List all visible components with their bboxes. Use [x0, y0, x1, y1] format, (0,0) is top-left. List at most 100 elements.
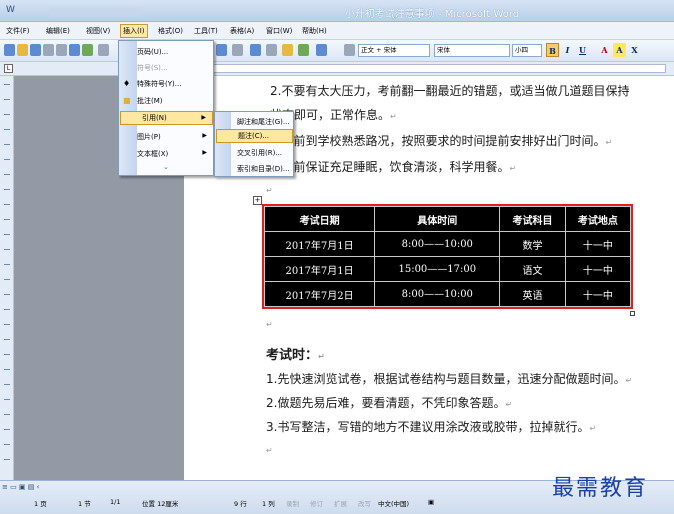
- table-cell[interactable]: 2017年7月1日: [263, 231, 376, 257]
- tab-selector-icon[interactable]: L: [4, 64, 13, 73]
- menu-edit[interactable]: 编辑(E): [46, 26, 70, 36]
- status-page-of: 1/1: [110, 498, 121, 506]
- ruler-tick: [4, 234, 10, 235]
- bold-button[interactable]: B: [546, 43, 559, 57]
- tip-line[interactable]: 3.书写整洁，写错的地方不建议用涂改液或胶带，拉掉就行。↵: [266, 418, 596, 435]
- cut-icon[interactable]: [98, 44, 109, 56]
- status-language[interactable]: 中文(中国): [378, 498, 409, 508]
- table-cell[interactable]: 英语: [499, 281, 566, 307]
- spelling-icon[interactable]: [82, 44, 93, 56]
- ruler-tick: [4, 294, 10, 295]
- menu-tools[interactable]: 工具(T): [194, 26, 218, 36]
- menu-item-caption[interactable]: 题注(C)...: [216, 129, 293, 143]
- window-title: 小升初考试注意事项 - Microsoft Word: [344, 9, 520, 20]
- ruler-tick: [4, 84, 10, 85]
- tip-line[interactable]: 1.先快速浏览试卷，根据试卷结构与题目数量，迅速分配做题时间。↵: [266, 370, 632, 387]
- ruler-tick: [4, 174, 10, 175]
- print-preview-icon[interactable]: [69, 44, 80, 56]
- menu-item-comment[interactable]: 批注(M): [137, 96, 163, 106]
- ruler-tick: [4, 354, 10, 355]
- table-resize-handle[interactable]: [630, 311, 635, 316]
- menu-insert[interactable]: 插入(I): [120, 24, 148, 38]
- menu-item-picture[interactable]: 图片(P) ▶: [137, 132, 213, 142]
- style-combo[interactable]: 正文 + 宋体: [358, 44, 430, 57]
- ruler-tick: [4, 429, 10, 430]
- ruler-tick: [4, 369, 10, 370]
- hyperlink-icon[interactable]: [250, 44, 261, 56]
- table-header[interactable]: 考试科目: [499, 206, 566, 232]
- watermark: 最需教育: [552, 476, 649, 501]
- columns-icon[interactable]: [298, 44, 309, 56]
- table-header[interactable]: 考试地点: [564, 206, 632, 232]
- ruler-tick: [4, 309, 10, 310]
- doc-line[interactable]: 4.考前保证充足睡眠，饮食清淡，科学用餐。↵: [270, 158, 516, 175]
- status-page: 1 页: [34, 500, 47, 508]
- undo-icon[interactable]: [216, 44, 227, 56]
- save-icon[interactable]: [30, 44, 41, 56]
- table-cell[interactable]: 2017年7月1日: [263, 256, 376, 282]
- status-overtype[interactable]: 改写: [358, 498, 371, 508]
- clear-format-button[interactable]: X: [628, 43, 641, 57]
- font-combo[interactable]: 宋体: [434, 44, 510, 57]
- status-extend[interactable]: 扩展: [334, 498, 347, 508]
- doc-line[interactable]: 3.考前到学校熟悉路况，按照要求的时间提前安排好出门时间。↵: [270, 132, 612, 149]
- table-cell[interactable]: 2017年7月2日: [263, 281, 376, 307]
- font-color-button[interactable]: A: [598, 43, 611, 57]
- insert-table-icon[interactable]: [282, 44, 293, 56]
- menu-table[interactable]: 表格(A): [230, 26, 254, 36]
- horizontal-ruler[interactable]: L: [0, 62, 674, 76]
- status-record[interactable]: 录制: [286, 498, 299, 508]
- underline-button[interactable]: U: [576, 43, 589, 57]
- status-track-changes[interactable]: 修订: [310, 498, 323, 508]
- table-move-handle-icon[interactable]: +: [253, 196, 262, 205]
- styles-pane-icon[interactable]: [344, 44, 355, 56]
- menu-item-index-toc[interactable]: 索引和目录(D)...: [237, 164, 290, 174]
- menu-item-reference[interactable]: 引用(N) ▶: [120, 111, 213, 125]
- menu-item-page-number[interactable]: 页码(U)...: [137, 47, 168, 57]
- print-icon[interactable]: [56, 44, 67, 56]
- table-header[interactable]: 具体时间: [374, 206, 501, 232]
- exam-table[interactable]: 考试日期 具体时间 考试科目 考试地点 2017年7月1日 8:00——10:0…: [262, 204, 633, 309]
- title-bar: W 小升初考试注意事项 - Microsoft Word: [0, 0, 674, 22]
- menu-item-special-symbol[interactable]: 特殊符号(Y)...: [137, 79, 181, 89]
- menu-help[interactable]: 帮助(H): [302, 26, 327, 36]
- ruler-tick: [4, 444, 10, 445]
- table-cell[interactable]: 数学: [499, 231, 566, 257]
- table-header[interactable]: 考试日期: [263, 206, 376, 232]
- vertical-ruler[interactable]: [0, 76, 14, 480]
- doc-line[interactable]: 2.不要有太大压力，考前翻一翻最近的错题，或适当做几道题目保持: [270, 82, 629, 99]
- italic-button[interactable]: I: [561, 43, 574, 57]
- spelling-status-icon[interactable]: ▣: [428, 498, 434, 506]
- menu-file[interactable]: 文件(F): [6, 26, 30, 36]
- menu-format[interactable]: 格式(O): [158, 26, 183, 36]
- table-cell[interactable]: 15:00——17:00: [374, 256, 501, 282]
- tip-line[interactable]: 2.做题先易后难，要看清题，不凭印象答题。↵: [266, 394, 512, 411]
- menu-item-symbol[interactable]: 符号(S)...: [137, 63, 168, 73]
- menu-item-cross-reference[interactable]: 交叉引用(R)...: [237, 148, 282, 158]
- redo-icon[interactable]: [232, 44, 243, 56]
- chevron-down-icon[interactable]: ⌄: [163, 163, 169, 171]
- drawing-icon[interactable]: [316, 44, 327, 56]
- open-icon[interactable]: [17, 44, 28, 56]
- menu-window[interactable]: 窗口(W): [266, 26, 292, 36]
- permission-icon[interactable]: [43, 44, 54, 56]
- ruler-scale: [186, 64, 666, 73]
- table-cell[interactable]: 十一中: [564, 256, 632, 282]
- view-buttons[interactable]: ≡ ▭ ▣ ▤ ‹: [2, 483, 39, 491]
- status-section: 1 节: [78, 500, 91, 508]
- ruler-tick: [4, 144, 10, 145]
- exam-heading[interactable]: 考试时：↵: [266, 344, 325, 363]
- menu-item-textbox[interactable]: 文本框(X) ▶: [137, 149, 213, 159]
- new-icon[interactable]: [4, 44, 15, 56]
- font-size-combo[interactable]: 小四: [512, 44, 542, 57]
- table-cell[interactable]: 十一中: [564, 231, 632, 257]
- table-cell[interactable]: 8:00——10:00: [374, 231, 501, 257]
- table-row: 2017年7月2日 8:00——10:00 英语 十一中: [263, 281, 632, 307]
- menu-view[interactable]: 视图(V): [86, 26, 110, 36]
- table-cell[interactable]: 十一中: [564, 281, 632, 307]
- highlight-button[interactable]: A: [613, 43, 626, 57]
- menu-item-footnote[interactable]: 脚注和尾注(G)...: [237, 117, 290, 127]
- tables-icon[interactable]: [266, 44, 277, 56]
- table-cell[interactable]: 语文: [499, 256, 566, 282]
- table-cell[interactable]: 8:00——10:00: [374, 281, 501, 307]
